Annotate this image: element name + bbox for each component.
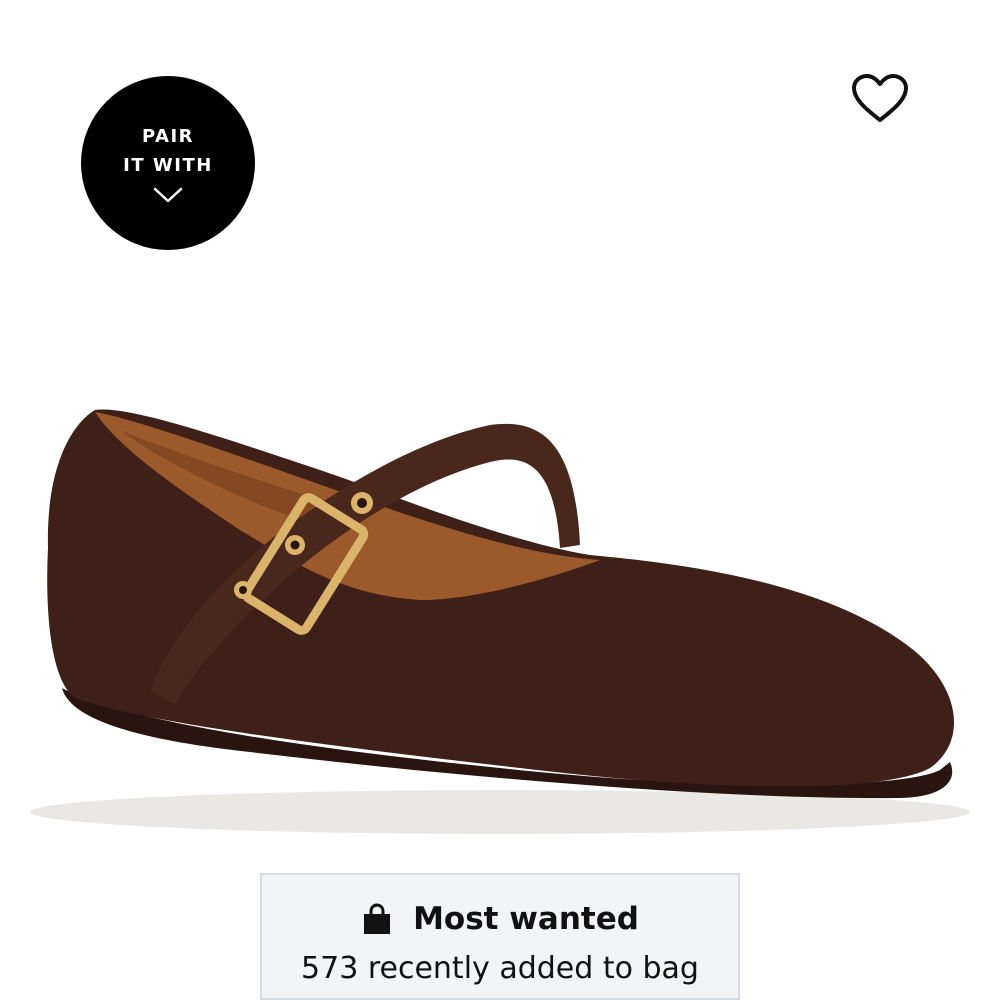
badge-title: Most wanted xyxy=(413,901,639,937)
shopping-bag-icon xyxy=(364,903,391,934)
wishlist-button[interactable] xyxy=(850,72,910,126)
chevron-down-icon xyxy=(153,187,183,203)
pair-it-with-button[interactable]: PAIR IT WITH xyxy=(81,76,255,250)
heart-outline-icon xyxy=(852,74,908,122)
pair-label-line2: IT WITH xyxy=(123,155,213,176)
product-image xyxy=(30,409,970,834)
badge-subtitle: 573 recently added to bag xyxy=(301,951,699,986)
pair-label-line1: PAIR xyxy=(141,126,195,147)
most-wanted-badge: Most wanted 573 recently added to bag xyxy=(260,873,740,1000)
